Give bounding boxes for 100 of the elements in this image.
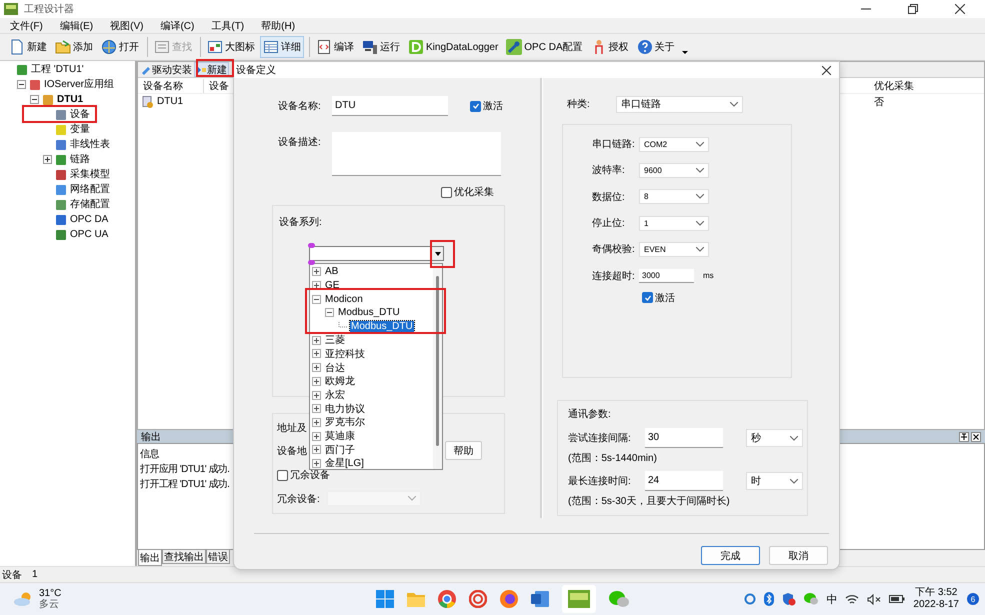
expander-icon[interactable] (312, 390, 322, 400)
tree-item[interactable]: AB (324, 266, 340, 278)
close-icon[interactable] (955, 4, 965, 14)
shield-icon[interactable] (782, 592, 796, 606)
tree-item[interactable]: 工程 'DTU1' (31, 64, 84, 75)
tree-item[interactable]: 台达 (324, 360, 346, 375)
toolbar-button[interactable]: 关于 (634, 36, 678, 58)
close-icon[interactable] (822, 66, 831, 74)
clock-time[interactable]: 下午 3:52 (915, 587, 958, 599)
column-header[interactable]: 优化采集 (870, 78, 984, 92)
tree-item[interactable]: 采集模型 (70, 169, 110, 180)
document-app-icon[interactable] (531, 590, 550, 608)
toolbar-button[interactable]: 授权 (588, 36, 632, 58)
expander-icon[interactable] (43, 155, 53, 164)
overflow-icon[interactable] (682, 49, 688, 55)
expander-icon[interactable] (312, 432, 322, 441)
tree-item[interactable]: 电力协议 (324, 402, 366, 416)
column-header[interactable]: 设备 (204, 78, 229, 92)
tree-item[interactable]: 莫迪康 (324, 429, 356, 444)
input-field[interactable]: 24 (645, 471, 723, 491)
menu-item[interactable]: 文件(F) (10, 18, 43, 32)
windows-logo-icon[interactable] (376, 590, 394, 608)
tree-item[interactable]: 变量 (70, 124, 90, 135)
text-area[interactable] (332, 132, 501, 176)
tree-item[interactable]: OPC DA (70, 214, 108, 225)
clock-date[interactable]: 2022-8-17 (913, 599, 959, 611)
toolbar-button[interactable]: 详细 (260, 36, 304, 58)
toolbar-button[interactable]: 运行 (359, 36, 403, 58)
help-button[interactable]: 帮助 (445, 441, 482, 460)
toolbar-button[interactable]: 打开 (98, 36, 142, 58)
column-header[interactable]: 设备名称 (138, 78, 204, 92)
expander-icon[interactable] (312, 294, 322, 304)
tree-item[interactable]: OPC UA (70, 229, 108, 240)
combo-box[interactable]: 秒 (746, 429, 803, 447)
tree-item[interactable]: IOServer应用组 (44, 79, 114, 90)
checkbox[interactable] (470, 100, 481, 112)
tree-item[interactable]: 存储配置 (70, 199, 110, 210)
toolbar-button[interactable]: 添加 (52, 36, 96, 58)
menu-item[interactable]: 帮助(H) (261, 18, 296, 32)
combo-box[interactable]: EVEN (639, 242, 709, 257)
combo-box[interactable]: 9600 (639, 162, 709, 178)
tree-item[interactable]: Modbus_DTU (337, 307, 401, 318)
tab[interactable]: 错误 (206, 550, 230, 564)
combo-box[interactable]: COM2 (639, 136, 709, 152)
tree-item[interactable]: 西门子 (324, 442, 356, 457)
combo-box[interactable] (309, 246, 444, 261)
tree-item[interactable]: 永宏 (324, 388, 346, 402)
input-method-indicator[interactable]: 中 (826, 592, 838, 606)
expander-icon[interactable] (312, 281, 322, 290)
restore-icon[interactable] (908, 4, 918, 14)
expander-icon[interactable] (17, 80, 27, 89)
scrollbar[interactable] (433, 264, 442, 469)
muted-speaker-icon[interactable] (867, 594, 882, 604)
kio-logo-icon[interactable] (568, 590, 590, 608)
tree-item[interactable]: 非线性表 (70, 139, 110, 150)
combo-box[interactable]: 8 (639, 189, 709, 204)
tree-item[interactable]: 三菱 (324, 333, 346, 348)
expander-icon[interactable] (312, 458, 322, 468)
bluetooth-icon[interactable] (764, 592, 774, 606)
dropdown-button[interactable] (431, 247, 443, 260)
tab[interactable]: 驱动安装 (139, 62, 194, 77)
expander-icon[interactable] (325, 308, 335, 318)
checkbox[interactable] (642, 292, 653, 304)
toolbar-button[interactable]: KingDataLogger (405, 36, 502, 58)
tree-item[interactable]: 欧姆龙 (324, 374, 356, 388)
combo-box[interactable]: 串口链路 (616, 96, 743, 112)
tree-item[interactable]: GE (324, 280, 340, 292)
browser-icon[interactable] (438, 590, 456, 608)
input-field[interactable]: DTU (332, 96, 448, 116)
tree-item[interactable]: DTU1 (57, 94, 84, 105)
toolbar-button[interactable]: 新建 (6, 36, 50, 58)
tree-item[interactable]: 罗克韦尔 (324, 415, 366, 430)
expander-icon[interactable] (312, 404, 322, 414)
dialog-button[interactable]: 完成 (701, 546, 760, 565)
expander-icon[interactable] (312, 418, 322, 427)
input-field[interactable]: 30 (645, 428, 723, 448)
notification-badge[interactable]: 6 (967, 593, 979, 605)
close-icon[interactable] (971, 432, 981, 442)
tab[interactable]: 输出 (138, 550, 162, 566)
toolbar-button[interactable]: OPC DA配置 (503, 36, 586, 58)
menu-item[interactable]: 工具(T) (211, 18, 244, 32)
expander-icon[interactable] (312, 363, 322, 372)
expander-icon[interactable] (312, 376, 322, 386)
toolbar-button[interactable]: 编译 (313, 36, 357, 58)
expander-icon[interactable] (312, 349, 322, 358)
expander-icon[interactable] (312, 267, 322, 276)
expander-icon[interactable] (312, 336, 322, 345)
wifi-icon[interactable] (845, 594, 860, 604)
combo-box[interactable]: 1 (639, 216, 709, 231)
tree-item[interactable]: Modbus_DTU (350, 321, 414, 332)
menu-item[interactable]: 编译(C) (160, 18, 194, 32)
expander-icon[interactable] (312, 445, 322, 454)
tree-item[interactable]: 设备 (70, 109, 90, 120)
battery-icon[interactable] (889, 594, 906, 604)
toolbar-button[interactable]: 大图标 (204, 36, 258, 58)
tree-item[interactable]: 金星[LG] (324, 456, 365, 469)
menu-item[interactable]: 视图(V) (110, 18, 144, 32)
combo-box[interactable]: 时 (746, 472, 803, 490)
tree-item[interactable]: 网络配置 (70, 184, 110, 195)
expander-icon[interactable] (30, 95, 40, 104)
